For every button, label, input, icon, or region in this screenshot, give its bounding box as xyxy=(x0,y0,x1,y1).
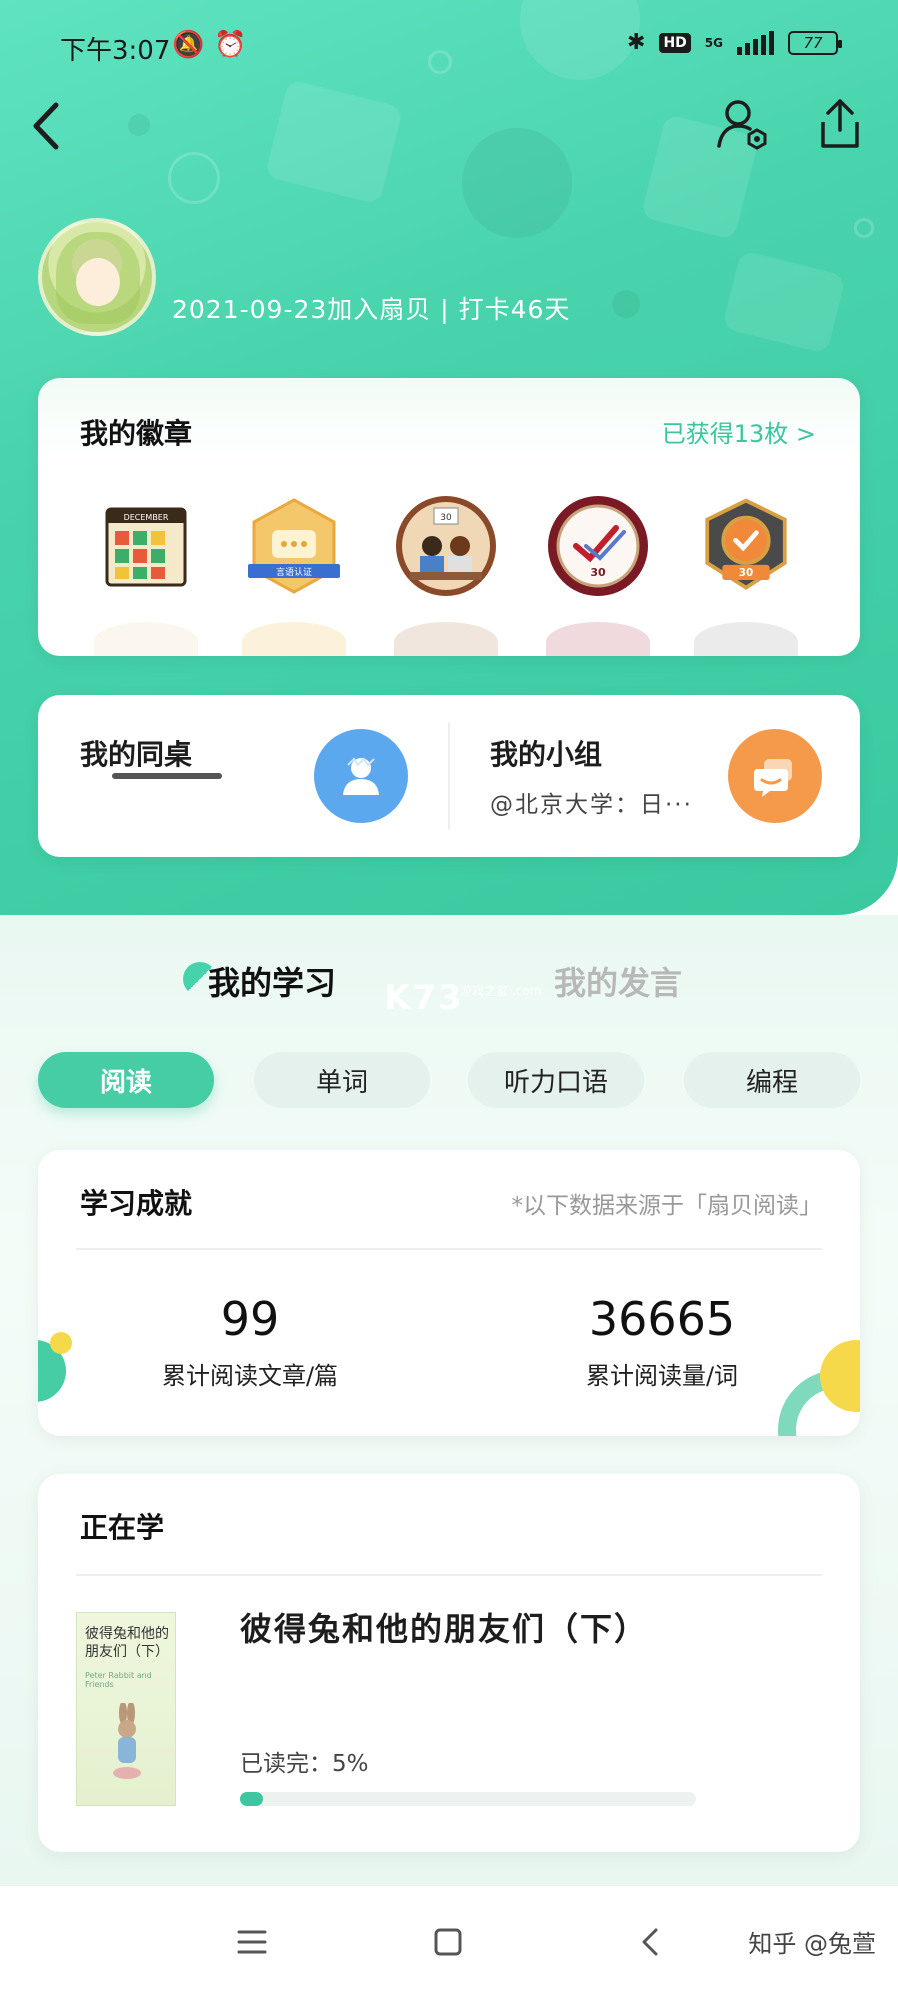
tab-my-study[interactable]: 我的学习 xyxy=(208,958,336,1004)
social-card: 我的同桌 我的小组 @北京大学：日··· xyxy=(38,695,860,857)
badge-reflection xyxy=(242,622,346,656)
code-decor-icon xyxy=(721,250,847,354)
share-icon[interactable] xyxy=(812,96,868,152)
progress-label: 已读完：5% xyxy=(240,1751,369,1777)
group-chat-icon[interactable] xyxy=(728,729,822,823)
achievement-title: 学习成就 xyxy=(80,1187,193,1220)
progress-bar xyxy=(240,1792,696,1806)
hd-badge: HD xyxy=(659,32,691,53)
badge-study-label: 30 xyxy=(440,513,452,523)
avatar[interactable] xyxy=(38,218,156,336)
cover-subtitle: Peter Rabbit and Friends xyxy=(85,1671,152,1689)
learning-title: 正在学 xyxy=(80,1511,165,1544)
decor-ring xyxy=(854,218,874,238)
category-programming[interactable]: 编程 xyxy=(684,1052,860,1108)
tab-my-posts[interactable]: 我的发言 xyxy=(554,958,682,1004)
badge-reflection xyxy=(546,622,650,656)
badge-medal-30[interactable]: 30 xyxy=(694,494,798,598)
badge-check-30[interactable]: 30 xyxy=(546,494,650,598)
back-nav-icon[interactable] xyxy=(630,1922,670,1962)
status-bar: 下午3:07 🔕⏰ ✱ HD 5G 77 xyxy=(0,0,898,96)
divider xyxy=(448,723,450,829)
desk-mate-avatar-icon[interactable] xyxy=(314,729,408,823)
achievement-note: *以下数据来源于「扇贝阅读」 xyxy=(511,1193,823,1219)
system-navbar: 知乎 @兔萱 xyxy=(0,1885,898,1995)
badge-medal-label: 30 xyxy=(739,567,753,579)
decor-dot xyxy=(50,1332,72,1354)
progress-bar-fill xyxy=(240,1792,263,1806)
decor-ring xyxy=(168,152,220,204)
book-cover[interactable]: 彼得兔和他的朋友们（下） Peter Rabbit and Friends xyxy=(76,1612,176,1806)
home-icon[interactable] xyxy=(428,1922,468,1962)
watermark-sub: 游戏之家 .com xyxy=(460,984,542,998)
book-title[interactable]: 彼得兔和他的朋友们（下） xyxy=(240,1604,648,1650)
divider xyxy=(76,1574,822,1576)
bluetooth-icon: ✱ xyxy=(627,30,646,55)
badges-card[interactable]: 我的徽章 已获得13枚 > DECEMBER 言语认证 30 30 30 xyxy=(38,378,860,656)
category-listening-speaking[interactable]: 听力口语 xyxy=(468,1052,644,1108)
network-type: 5G xyxy=(704,35,723,50)
decor-dot xyxy=(612,290,640,318)
decor-dot xyxy=(128,114,150,136)
category-words[interactable]: 单词 xyxy=(254,1052,430,1108)
status-right: ✱ HD 5G 77 xyxy=(627,30,842,55)
book-decor-icon xyxy=(264,79,404,205)
badge-reflection xyxy=(394,622,498,656)
watermark-logo: K73 xyxy=(384,978,464,1018)
category-reading[interactable]: 阅读 xyxy=(38,1052,214,1108)
stat-articles-value: 99 xyxy=(220,1292,280,1346)
currently-learning-card[interactable]: 正在学 彼得兔和他的朋友们（下） Peter Rabbit and Friend… xyxy=(38,1474,860,1852)
cover-title: 彼得兔和他的朋友们（下） xyxy=(85,1626,169,1660)
badge-speech-label: 言语认证 xyxy=(276,566,312,578)
group-name: @北京大学：日··· xyxy=(490,792,693,818)
back-icon[interactable] xyxy=(18,98,74,154)
badge-reflection xyxy=(94,622,198,656)
desk-mate-title[interactable]: 我的同桌 xyxy=(80,733,192,773)
badge-reflection xyxy=(694,622,798,656)
badges-more-link[interactable]: 已获得13枚 > xyxy=(662,414,816,449)
menu-icon[interactable] xyxy=(232,1922,272,1962)
join-info: 2021-09-23加入扇贝 | 打卡46天 xyxy=(172,295,571,324)
stat-words-value: 36665 xyxy=(588,1292,736,1346)
badge-study-30[interactable]: 30 xyxy=(394,494,498,598)
achievement-card: 学习成就 *以下数据来源于「扇贝阅读」 99 累计阅读文章/篇 36665 累计… xyxy=(38,1150,860,1436)
stat-articles-label: 累计阅读文章/篇 xyxy=(161,1362,339,1390)
badges-title: 我的徽章 xyxy=(80,417,193,450)
mute-alarm-icon: 🔕⏰ xyxy=(172,30,257,60)
group-title[interactable]: 我的小组 xyxy=(490,733,602,773)
user-settings-icon[interactable] xyxy=(714,96,770,152)
badge-calendar[interactable]: DECEMBER xyxy=(94,494,198,598)
bunny-illustration xyxy=(113,1703,141,1779)
status-time: 下午3:07 xyxy=(60,36,171,66)
avatar-face xyxy=(76,258,120,306)
badge-calendar-label: DECEMBER xyxy=(124,513,169,522)
divider xyxy=(76,1248,822,1250)
stat-words-label: 累计阅读量/词 xyxy=(585,1362,739,1390)
signal-icon xyxy=(737,30,774,55)
badge-check-label: 30 xyxy=(590,566,606,579)
source-credit: 知乎 @兔萱 xyxy=(748,1930,876,1958)
headphone-decor-icon xyxy=(462,128,572,238)
badge-speech-certified[interactable]: 言语认证 xyxy=(242,494,346,598)
battery-icon: 77 xyxy=(788,30,842,55)
desk-mate-name-redacted xyxy=(112,773,222,779)
